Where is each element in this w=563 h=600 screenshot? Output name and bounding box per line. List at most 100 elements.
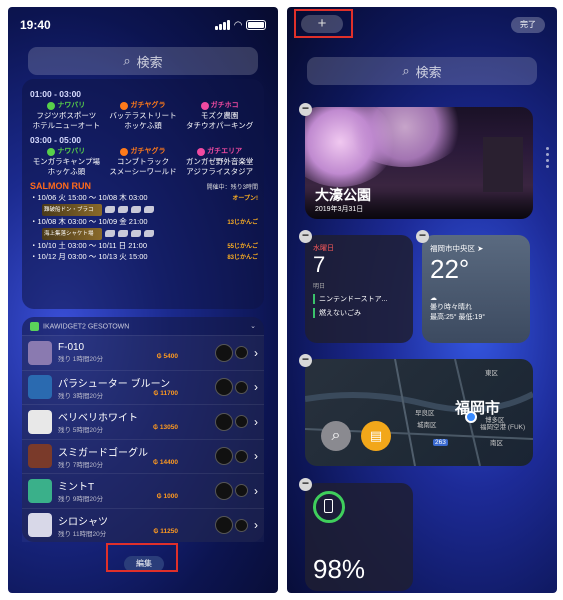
gesotown-title: IKAWIDGET2 GESOTOWN [43, 322, 130, 330]
chevron-right-icon[interactable]: › [254, 380, 258, 394]
done-button[interactable]: 完了 [511, 17, 545, 33]
search-icon: ⌕ [402, 63, 410, 78]
gear-price: 11700 [160, 389, 178, 397]
calendar-day: 7 [313, 252, 326, 277]
weather-temperature: 22° [430, 254, 470, 284]
remove-widget-button[interactable]: − [299, 477, 312, 491]
gear-image [28, 478, 52, 503]
rule-name: ガチヤグラ [130, 148, 166, 155]
ability-icon [235, 518, 248, 532]
splatoon-schedule-widget[interactable]: 01:00 - 03:00 ナワバリ ガチヤグラ ガチホコ フジツボスポーツ バッテラスト… [22, 79, 264, 309]
rule-name: ガチホコ [210, 102, 239, 109]
salmon-run-time: ・10/10 土 03:00 ～ 10/11 日 21:00 [30, 241, 148, 250]
rule-row: ナワバリ ガチヤグラ ガチホコ [28, 101, 258, 111]
ability-icon [215, 516, 233, 535]
battery-ring [313, 491, 345, 523]
gear-list-item[interactable]: ベリベリホワイト 残り 5時間20分 ₲ 13050 › [22, 404, 264, 439]
photo-widget[interactable]: 大濠公園 2019年3月31日 [305, 107, 533, 219]
search-bar[interactable]: ⌕ 検索 [28, 47, 258, 75]
remove-widget-button[interactable]: − [416, 229, 429, 243]
chevron-right-icon[interactable]: › [254, 415, 258, 429]
calendar-widget[interactable]: 水曜日 7 明日 ニンテンドーストア... 燃えないごみ [305, 235, 413, 343]
gear-image [28, 444, 52, 469]
weapon-icon [118, 206, 128, 213]
location-arrow-icon: ➤ [477, 244, 484, 253]
ability-icon [215, 447, 233, 466]
gear-price: 1000 [163, 493, 178, 501]
rule-icon [47, 102, 56, 110]
salmon-run-time: ・10/12 月 03:00 ～ 10/13 火 15:00 [30, 252, 148, 261]
search-bar[interactable]: ⌕ 検索 [307, 57, 537, 85]
stage-name: モズク農園 [200, 111, 239, 120]
rule-label: ガチヤグラ [105, 147, 182, 157]
weapon-icon [144, 230, 154, 237]
gear-remaining: 残り 5時間20分 [58, 427, 104, 435]
gear-remaining: 残り 7時間20分 [58, 461, 104, 469]
map-label: 東区 [485, 370, 498, 377]
battery-widget[interactable]: 98% [305, 483, 413, 591]
gesotown-widget[interactable]: IKAWIDGET2 GESOTOWN ⌄ F-010 残り 1時間20分 ₲ 54… [22, 317, 264, 542]
chevron-right-icon[interactable]: › [254, 449, 258, 463]
stage-name: ガンガゼ野外音楽堂 [185, 157, 254, 166]
ability-icon [215, 481, 233, 500]
rule-row: ナワバリ ガチヤグラ ガチエリア [28, 147, 258, 157]
salmon-run-tag: 83じかんご [227, 255, 258, 261]
ability-icon [235, 380, 248, 394]
stage-row: ホテルニューオート ホッケふ頭 タチウオパーキング [28, 121, 258, 131]
schedule-slots: 01:00 - 03:00 ナワバリ ガチヤグラ ガチホコ フジツボスポーツ バッテラスト… [28, 89, 258, 177]
calendar-event: 燃えないごみ [313, 308, 405, 318]
gear-image [28, 340, 52, 365]
weapon-icon [131, 230, 141, 237]
salmon-run-header: SALMON RUN 開催中：残り3時間 [30, 181, 258, 191]
ability-icon [235, 346, 248, 360]
chevron-down-icon[interactable]: ⌄ [250, 322, 256, 330]
gear-info: パラシューター ブルーン 残り 3時間20分 ₲ 11700 [58, 375, 215, 400]
gear-list-item[interactable]: ミントT 残り 9時間20分 ₲ 1000 › [22, 473, 264, 508]
route-badge: 263 [433, 439, 448, 446]
chevron-right-icon[interactable]: › [254, 484, 258, 498]
salmon-run-time: ・10/08 木 03:00 ～ 10/09 金 21:00 [30, 217, 148, 226]
gear-list-item[interactable]: シロシャツ 残り 11時間20分 ₲ 11250 › [22, 507, 264, 542]
search-placeholder: 検索 [136, 54, 163, 70]
gear-remaining: 残り 3時間20分 [58, 392, 104, 400]
chevron-right-icon[interactable]: › [254, 346, 258, 360]
left-phone-screen: 19:40 ◠ ⌕ 検索 01:00 - 03:00 ナワバリ ガチヤグラ ガチホコフ… [8, 7, 278, 593]
gear-abilities [215, 343, 248, 362]
map-widget[interactable]: 東区 早良区 城南区 博多区 福岡空港 (FUK) 南区 263 福岡市 ⌕ ▤ [305, 359, 533, 466]
calendar-event: ニンテンドーストア... [313, 294, 405, 304]
gear-info: シロシャツ 残り 11時間20分 ₲ 11250 [58, 513, 215, 538]
gear-abilities [215, 378, 248, 397]
salmon-stage-name: 難破船ドン・ブラコ [42, 203, 102, 216]
ability-icon [235, 415, 248, 429]
gear-price: 11250 [160, 527, 178, 535]
status-icons: ◠ [215, 20, 266, 31]
chevron-right-icon[interactable]: › [254, 518, 258, 532]
gear-list-item[interactable]: パラシューター ブルーン 残り 3時間20分 ₲ 11700 › [22, 369, 264, 404]
search-icon[interactable]: ⌕ [321, 421, 351, 451]
app-logo-icon [30, 321, 39, 331]
gear-name: ベリベリホワイト [58, 413, 138, 425]
weapon-icon [105, 230, 115, 237]
gear-remaining: 残り 9時間20分 [58, 496, 104, 504]
gear-remaining: 残り 1時間20分 [58, 356, 104, 364]
salmon-run-tag: 13じかんご [227, 220, 258, 226]
gear-list-item[interactable]: スミガードゴーグル 残り 7時間20分 ₲ 14400 › [22, 438, 264, 473]
rule-name: ガチヤグラ [130, 102, 166, 109]
map-label: 城南区 [417, 422, 437, 429]
weather-widget[interactable]: 福岡市中央区 ➤ 22° ☁ 曇り時々晴れ 最高:25° 最低:19° [422, 235, 530, 343]
map-label: 福岡空港 (FUK) [480, 424, 526, 431]
stage-name: フジツボスポーツ [36, 111, 97, 120]
gear-info: ベリベリホワイト 残り 5時間20分 ₲ 13050 [58, 409, 215, 434]
remove-widget-button[interactable]: − [299, 229, 312, 243]
weapon-icon [118, 230, 128, 237]
store-icon[interactable]: ▤ [361, 421, 391, 451]
gear-remaining: 残り 11時間20分 [58, 530, 107, 538]
weather-condition: 曇り時々晴れ [430, 304, 472, 311]
gear-list-item[interactable]: F-010 残り 1時間20分 ₲ 5400 › [22, 335, 264, 370]
remove-widget-button[interactable]: − [299, 102, 312, 116]
remove-widget-button[interactable]: − [299, 353, 312, 367]
rule-name: ナワバリ [57, 148, 86, 155]
coin-icon: ₲ [153, 424, 160, 432]
current-location-dot [465, 411, 477, 423]
photo-date: 2019年3月31日 [315, 206, 364, 213]
